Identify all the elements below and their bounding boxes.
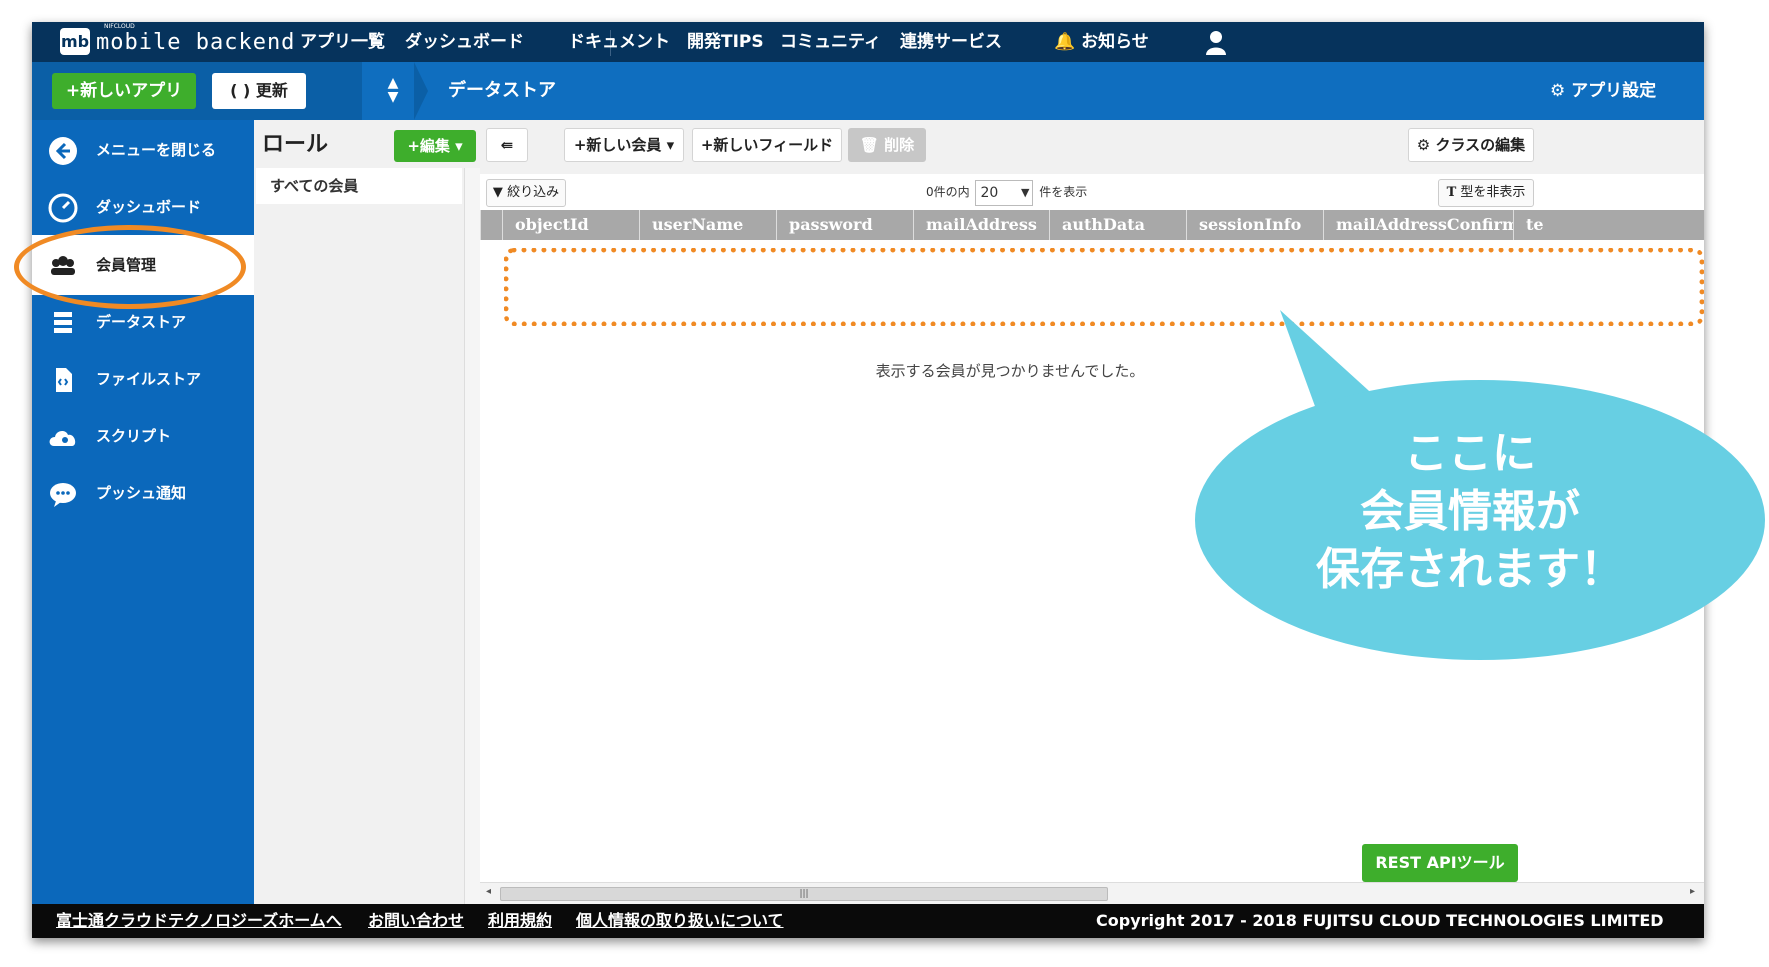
trash-icon: 🗑 xyxy=(859,136,879,154)
column-mailAddress[interactable]: mailAddress xyxy=(913,210,1049,240)
new-field-button[interactable]: +新しいフィールド xyxy=(692,128,842,162)
footer-link-contact[interactable]: お問い合わせ xyxy=(368,904,464,938)
user-icon[interactable] xyxy=(1204,29,1228,55)
footer-link-terms[interactable]: 利用規約 xyxy=(488,904,552,938)
app-settings-link[interactable]: ⚙ アプリ設定 xyxy=(1550,62,1656,120)
sidebar-item-close-menu[interactable]: メニューを閉じる xyxy=(32,120,254,180)
sub-header: +新しいアプリ ( ) 更新 ▲ ▼ データストア ⚙ アプリ設定 xyxy=(32,62,1704,120)
role-list: すべての会員 xyxy=(256,168,462,204)
callout-line: 保存されます！ xyxy=(1316,544,1624,595)
callout-line: 会員情報が xyxy=(1360,486,1580,537)
column-sessionInfo[interactable]: sessionInfo xyxy=(1186,210,1323,240)
app-settings-label: アプリ設定 xyxy=(1571,81,1657,101)
breadcrumb: データストア xyxy=(448,80,556,101)
caret-down-icon: ▾ xyxy=(455,137,463,155)
nav-dashboard[interactable]: ダッシュボード xyxy=(405,22,524,62)
callout-text: ここに 会員情報が 保存されます！ xyxy=(1270,425,1670,599)
record-count: 0件の内 20 ▼ 件を表示 xyxy=(926,178,1087,206)
grid-header-select xyxy=(480,210,502,240)
highlight-ellipse xyxy=(14,225,246,309)
collapse-left-icon: ⇚ xyxy=(500,136,514,154)
role-item-all-members[interactable]: すべての会員 xyxy=(270,168,358,204)
nav-dev-tips[interactable]: 開発TIPS xyxy=(687,22,764,62)
database-icon xyxy=(48,308,78,338)
sidebar-item-label: スクリプト xyxy=(96,427,172,445)
refresh-button[interactable]: ( ) 更新 xyxy=(212,73,306,109)
caret-down-icon: ▼ xyxy=(1021,185,1030,199)
column-te[interactable]: te xyxy=(1513,210,1573,240)
collapse-panel-button[interactable]: ⇚ xyxy=(486,128,528,162)
footer-link-privacy[interactable]: 個人情報の取り扱いについて xyxy=(576,904,784,938)
sidebar-item-script[interactable]: スクリプト xyxy=(32,406,254,466)
role-edit-label: +編集 xyxy=(407,137,450,155)
footer: 富士通クラウドテクノロジーズホームへ お問い合わせ 利用規約 個人情報の取り扱い… xyxy=(32,904,1704,938)
column-mailAddressConfirm[interactable]: mailAddressConfirm xyxy=(1323,210,1513,240)
role-edit-button[interactable]: +編集 ▾ xyxy=(394,130,476,162)
gauge-icon xyxy=(48,193,78,223)
cloud-gear-icon xyxy=(48,422,78,452)
breadcrumb-arrow xyxy=(414,62,428,120)
nav-app-list[interactable]: アプリ一覧 xyxy=(300,22,385,62)
top-navigation: mb NIFCLOUD mobile backend アプリ一覧 ダッシュボード… xyxy=(32,22,1704,62)
caret-down-icon: ▾ xyxy=(666,136,675,154)
count-suffix: 件を表示 xyxy=(1039,185,1088,199)
new-member-label: +新しい会員 xyxy=(573,136,662,154)
notifications-label: お知らせ xyxy=(1081,32,1149,52)
filter-bar: ▼ 絞り込み 0件の内 20 ▼ 件を表示 T 型を非表示 xyxy=(480,174,1704,210)
grid-header: objectId userName password mailAddress a… xyxy=(480,210,1704,240)
sidebar-item-label: メニューを閉じる xyxy=(96,141,217,159)
sidebar-item-filestore[interactable]: ファイルストア xyxy=(32,349,254,409)
sidebar-item-push[interactable]: プッシュ通知 xyxy=(32,463,254,523)
class-toolbar: ⇚ +新しい会員 ▾ +新しいフィールド 🗑 削除 ⚙ クラスの編集 xyxy=(480,120,1704,174)
new-member-button[interactable]: +新しい会員 ▾ xyxy=(564,128,684,162)
column-userName[interactable]: userName xyxy=(639,210,776,240)
gear-icon: ⚙ xyxy=(1550,81,1566,101)
filter-icon: ▼ xyxy=(492,185,503,200)
horizontal-scrollbar[interactable]: ◂ ||| ▸ xyxy=(480,882,1704,905)
nav-integrations[interactable]: 連携サービス xyxy=(900,22,1002,62)
sidebar-item-label: プッシュ通知 xyxy=(96,484,187,502)
footer-link-home[interactable]: 富士通クラウドテクノロジーズホームへ xyxy=(56,904,342,938)
class-edit-button[interactable]: ⚙ クラスの編集 xyxy=(1408,128,1534,162)
callout-line: ここに xyxy=(1404,428,1536,479)
new-app-button[interactable]: +新しいアプリ xyxy=(52,73,196,109)
refresh-label: 更新 xyxy=(255,81,288,100)
role-panel: ロール +編集 ▾ すべての会員 xyxy=(254,120,481,904)
nav-documents[interactable]: ドキュメント xyxy=(568,22,670,62)
rest-api-tool-button[interactable]: REST APIツール xyxy=(1362,844,1518,882)
hide-types-label: 型を非表示 xyxy=(1460,185,1526,200)
file-icon xyxy=(48,365,78,395)
sidebar-item-label: ファイルストア xyxy=(96,370,202,388)
app-switch-icon[interactable]: ▲ ▼ xyxy=(386,76,400,106)
page-size-value: 20 xyxy=(980,184,999,201)
chat-bubble-icon xyxy=(48,479,78,509)
page-size-select[interactable]: 20 ▼ xyxy=(975,179,1034,206)
nav-community[interactable]: コミュニティ xyxy=(780,22,881,62)
column-password[interactable]: password xyxy=(776,210,913,240)
hide-types-button[interactable]: T 型を非表示 xyxy=(1438,179,1534,207)
delete-button[interactable]: 🗑 削除 xyxy=(848,128,926,162)
filter-button[interactable]: ▼ 絞り込み xyxy=(486,179,566,207)
role-scrollbar[interactable] xyxy=(464,168,481,904)
type-icon: T xyxy=(1446,185,1457,200)
role-title: ロール xyxy=(262,132,329,157)
nav-notifications[interactable]: 🔔 お知らせ xyxy=(1054,22,1149,62)
copyright: Copyright 2017 - 2018 FUJITSU CLOUD TECH… xyxy=(1096,911,1664,930)
scrollbar-thumb[interactable]: ||| xyxy=(500,887,1108,901)
class-edit-label: クラスの編集 xyxy=(1435,136,1526,154)
gear-icon: ⚙ xyxy=(1416,136,1431,154)
column-objectId[interactable]: objectId xyxy=(502,210,639,240)
refresh-icon: ( ) xyxy=(230,81,251,100)
column-authData[interactable]: authData xyxy=(1049,210,1186,240)
scroll-left-icon[interactable]: ◂ xyxy=(486,886,491,897)
delete-label: 削除 xyxy=(884,136,915,154)
count-prefix: 0件の内 xyxy=(926,185,970,199)
filter-label: 絞り込み xyxy=(507,185,560,200)
bell-icon: 🔔 xyxy=(1054,32,1076,52)
logo-mark[interactable]: mb xyxy=(60,28,90,55)
logo-text[interactable]: mobile backend xyxy=(96,28,295,58)
arrow-left-icon xyxy=(48,136,78,166)
scroll-right-icon[interactable]: ▸ xyxy=(1690,886,1695,897)
